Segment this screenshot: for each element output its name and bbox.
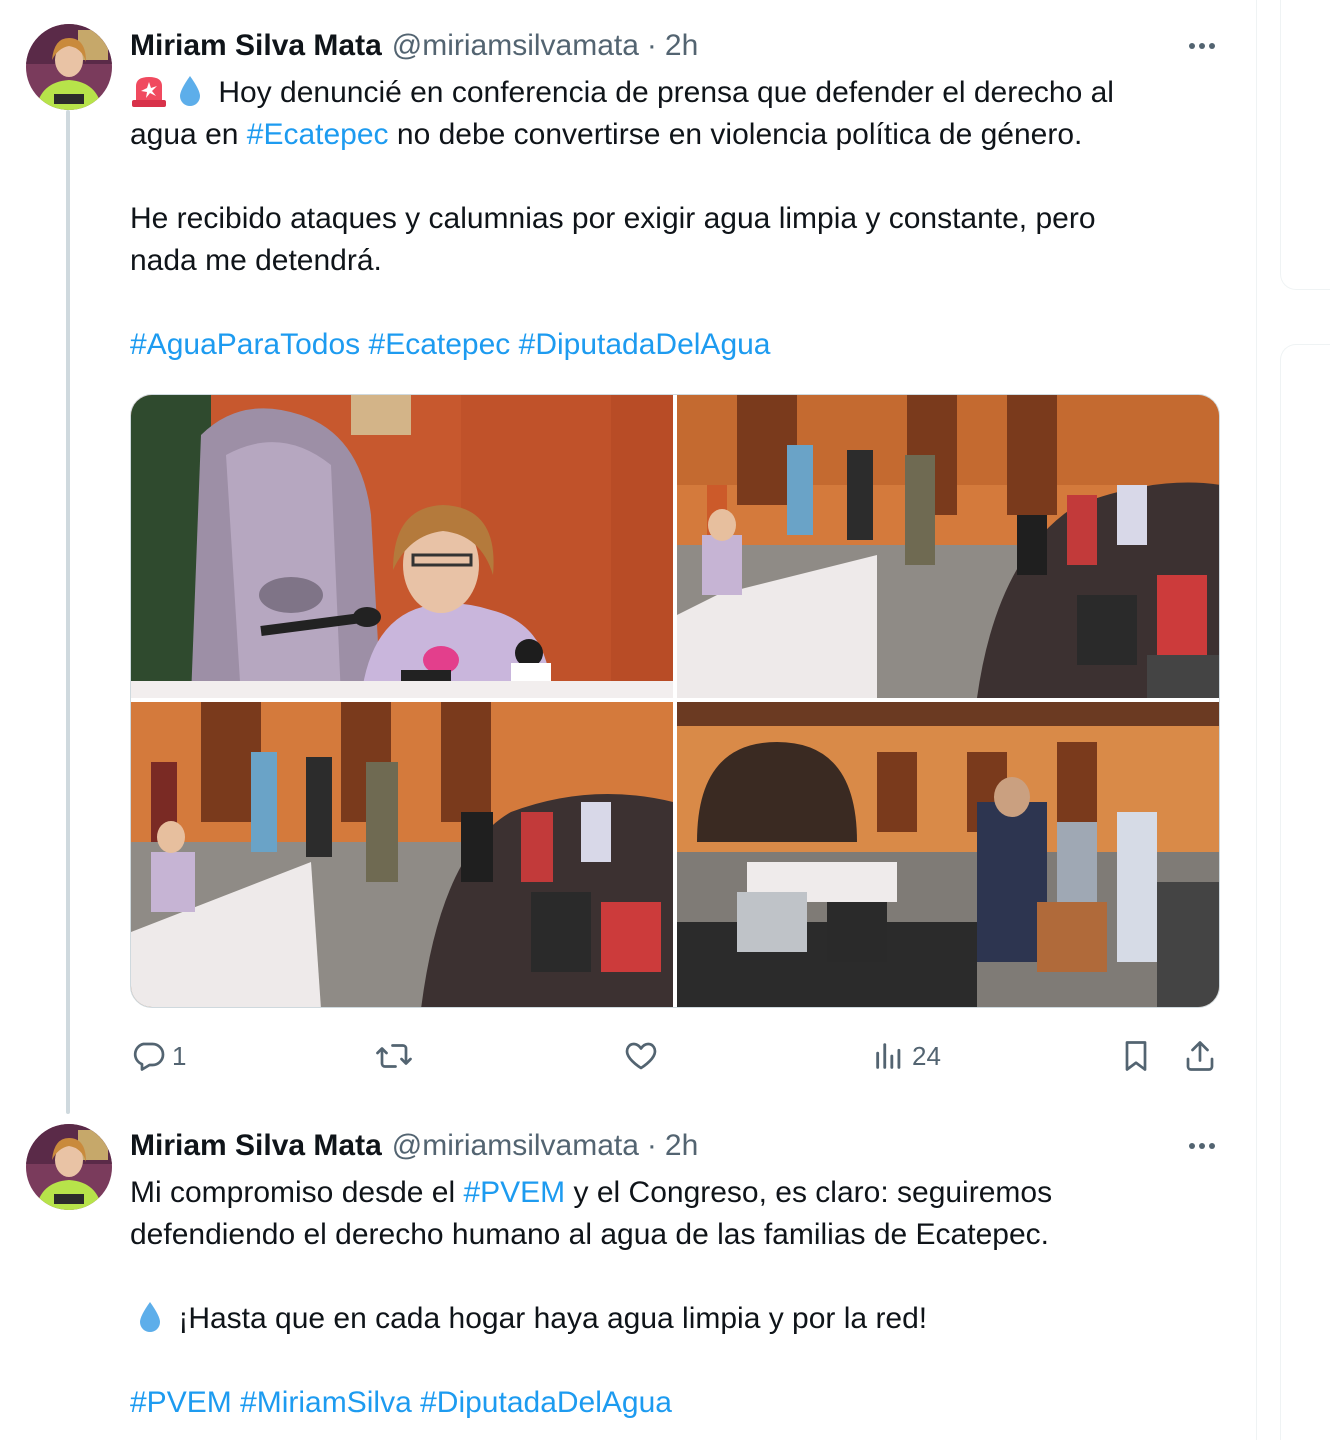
more-icon[interactable] [1180, 1128, 1224, 1164]
hashtag-link[interactable]: #AguaParaTodos [130, 328, 360, 361]
sidebar-card-edge [1280, 0, 1330, 290]
reply-button[interactable]: 1 [130, 1034, 186, 1078]
share-button[interactable] [1182, 1034, 1218, 1078]
author-name[interactable]: Miriam Silva Mata [130, 29, 382, 63]
bookmark-button[interactable] [1118, 1034, 1154, 1078]
tweet-text-segment: ¡Hasta que en cada hogar haya agua limpi… [170, 1302, 928, 1335]
views-icon [876, 1043, 901, 1069]
tweet-line: defendiendo el derecho humano al agua de… [130, 1214, 1230, 1256]
bookmark-icon [1125, 1041, 1147, 1071]
avatar-image [26, 24, 112, 110]
media-grid [130, 394, 1220, 1008]
tweet-text: Mi compromiso desde el #PVEM y el Congre… [130, 1172, 1230, 1424]
photo-courtyard-overview[interactable] [677, 702, 1219, 1007]
avatar[interactable] [26, 24, 112, 110]
tweet-2[interactable]: Miriam Silva Mata @miriamsilvamata · 2h … [0, 1110, 1256, 1440]
tweet-text-segment: agua en [130, 118, 247, 151]
action-bar: 1 24 [0, 1034, 1256, 1078]
tweet-line: He recibido ataques y calumnias por exig… [130, 198, 1230, 240]
timestamp[interactable]: 2h [665, 29, 698, 63]
tweet-header: Miriam Silva Mata @miriamsilvamata · 2h [130, 28, 698, 64]
hashtag-line: #PVEM #MiriamSilva #DiputadaDelAgua [130, 1382, 1230, 1424]
repost-icon [376, 1044, 412, 1068]
more-icon[interactable] [1180, 28, 1224, 64]
hashtag-link[interactable]: #Ecatepec [247, 118, 389, 151]
tweet-text-segment: Hoy denuncié en conferencia de prensa qu… [210, 76, 1114, 109]
photo-speaker-closeup[interactable] [131, 395, 673, 698]
tweet-text: Hoy denuncié en conferencia de prensa qu… [130, 72, 1230, 366]
hashtag-link[interactable]: #PVEM [130, 1386, 232, 1419]
photo-press-conference-wide[interactable] [677, 395, 1219, 698]
hashtag-line: #AguaParaTodos #Ecatepec #DiputadaDelAgu… [130, 324, 1230, 366]
avatar-image [26, 1124, 112, 1210]
repost-button[interactable] [374, 1034, 420, 1078]
tweet-line: ¡Hasta que en cada hogar haya agua limpi… [130, 1298, 1230, 1340]
views-count: 24 [912, 1040, 941, 1071]
photo-press-conference-side[interactable] [131, 702, 673, 1007]
tweet-line: Hoy denuncié en conferencia de prensa qu… [130, 72, 1230, 114]
views-button[interactable]: 24 [872, 1034, 941, 1078]
hashtag-link[interactable]: #PVEM [463, 1176, 565, 1209]
hashtag-link[interactable]: #Ecatepec [369, 328, 511, 361]
sidebar-card-edge [1280, 344, 1330, 1440]
author-name[interactable]: Miriam Silva Mata [130, 1129, 382, 1163]
tweet-line: agua en #Ecatepec no debe convertirse en… [130, 114, 1230, 156]
reply-icon [133, 1042, 165, 1071]
reply-count: 1 [172, 1040, 187, 1071]
author-handle[interactable]: @miriamsilvamata [392, 29, 639, 63]
tweet-text-segment: y el Congreso, es claro: seguiremos [565, 1176, 1053, 1209]
like-icon [625, 1042, 657, 1070]
hashtag-link[interactable]: #MiriamSilva [240, 1386, 412, 1419]
tweet-text-segment: He recibido ataques y calumnias por exig… [130, 202, 1096, 235]
droplet-emoji [136, 1300, 164, 1346]
avatar[interactable] [26, 1124, 112, 1210]
hashtag-link[interactable]: #DiputadaDelAgua [420, 1386, 672, 1419]
tweet-text-segment: Mi compromiso desde el [130, 1176, 464, 1209]
tweet-text-segment: no debe convertirse en violencia polític… [388, 118, 1083, 151]
tweet-1[interactable]: Miriam Silva Mata @miriamsilvamata · 2h [0, 0, 1256, 1110]
tweet-header: Miriam Silva Mata @miriamsilvamata · 2h [130, 1128, 698, 1164]
timestamp[interactable]: 2h [665, 1129, 698, 1163]
tweet-text-segment: defendiendo el derecho humano al agua de… [130, 1218, 1049, 1251]
separator: · [646, 1129, 657, 1162]
tweet-text-segment: nada me detendrá. [130, 244, 382, 277]
tweet-line: nada me detendrá. [130, 240, 1230, 282]
share-icon [1186, 1041, 1214, 1071]
tweet-line: Mi compromiso desde el #PVEM y el Congre… [130, 1172, 1230, 1214]
timeline: Miriam Silva Mata @miriamsilvamata · 2h [0, 0, 1256, 1440]
separator: · [646, 29, 657, 62]
like-button[interactable] [622, 1034, 666, 1078]
hashtag-link[interactable]: #DiputadaDelAgua [519, 328, 771, 361]
author-handle[interactable]: @miriamsilvamata [392, 1129, 639, 1163]
